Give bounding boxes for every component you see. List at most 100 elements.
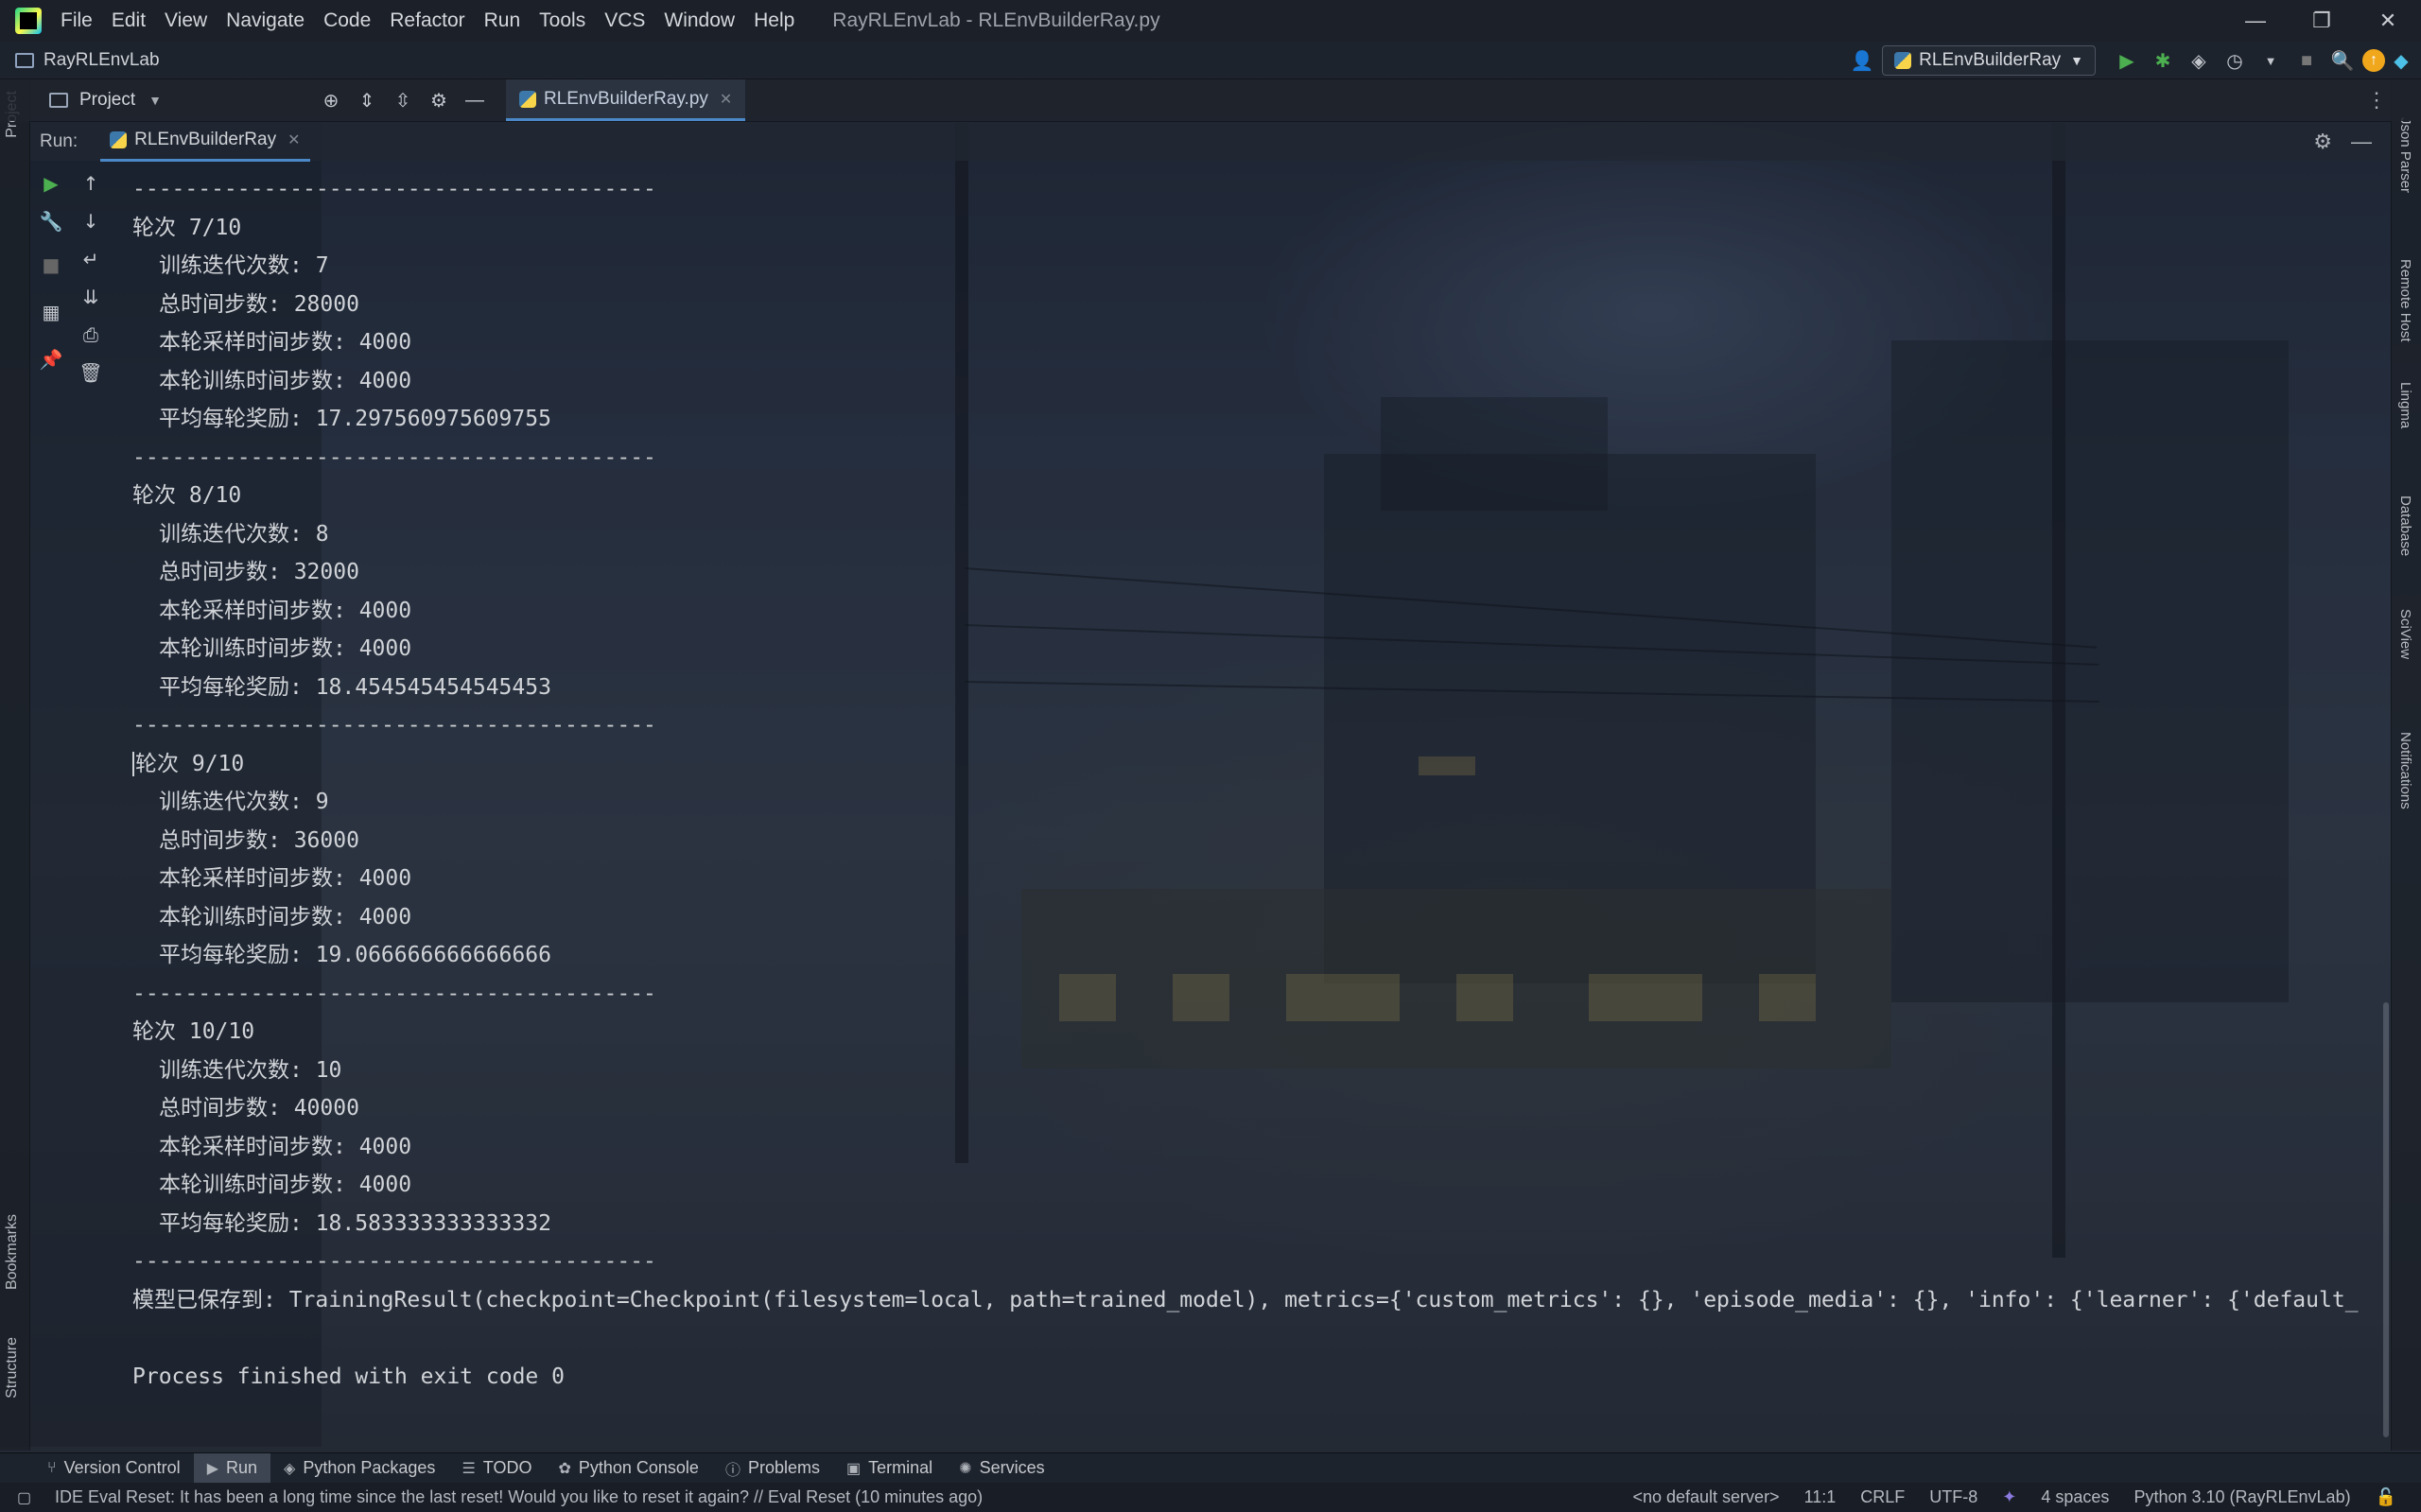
sample-steps-line: 本轮采样时间步数: 4000 [159,1134,412,1159]
status-message[interactable]: IDE Eval Reset: It has been a long time … [55,1487,983,1507]
tab-problems[interactable]: ⓘ Problems [712,1453,833,1484]
stop-icon[interactable]: ■ [2290,45,2323,76]
stop-icon[interactable]: ■ [36,250,66,280]
layout-icon[interactable]: ▦ [36,297,66,327]
remote-host-stripe-button[interactable]: Remote Host [2397,259,2413,342]
console-output[interactable]: ----------------------------------------… [115,161,2372,1447]
plugin-icon[interactable]: ◆ [2385,45,2417,76]
json-parser-stripe-button[interactable]: Json Parser [2397,117,2413,193]
gear-icon[interactable]: ⚙ [421,82,457,118]
status-widgets: <no default server> 11:1 CRLF UTF-8 ✦ 4 … [1632,1483,2421,1512]
tab-python-packages[interactable]: ◈ Python Packages [270,1453,448,1484]
server-widget[interactable]: <no default server> [1632,1487,1779,1507]
tab-services[interactable]: ✺ Services [946,1453,1057,1484]
menu-run[interactable]: Run [484,9,521,32]
caret-position[interactable]: 11:1 [1804,1487,1837,1507]
train-steps-line: 本轮训练时间步数: 4000 [159,904,412,930]
breadcrumb[interactable]: RayRLEnvLab [44,50,160,71]
down-arrow-icon[interactable]: ↓ [76,206,106,236]
menu-tools[interactable]: Tools [539,9,585,32]
menu-window[interactable]: Window [664,9,735,32]
up-arrow-icon[interactable]: ↑ [76,168,106,199]
menu-refactor[interactable]: Refactor [390,9,464,32]
interpreter-widget[interactable]: Python 3.10 (RayRLEnvLab) [2134,1487,2350,1507]
lock-icon[interactable]: 🔓 [2376,1487,2396,1507]
print-icon[interactable]: ⎙ [76,320,106,350]
tab-todo[interactable]: ☰ TODO [448,1453,545,1484]
separator-line: ---------------------------------------- [132,177,656,201]
restore-button[interactable]: ❐ [2289,0,2355,42]
separator-line: ---------------------------------------- [132,981,656,1006]
editor-tab-rlenvbuilderray[interactable]: RLEnvBuilderRay.py ✕ [506,79,746,121]
menu-navigate[interactable]: Navigate [226,9,305,32]
hide-icon[interactable]: — [2351,130,2372,154]
tab-label: Python Console [578,1458,699,1477]
menu-file[interactable]: File [61,9,93,32]
file-encoding[interactable]: UTF-8 [1929,1487,1977,1507]
profile-icon[interactable]: ◷ [2219,45,2251,76]
train-steps-line: 本轮训练时间步数: 4000 [159,636,412,661]
close-button[interactable]: ✕ [2355,0,2421,42]
run-icon[interactable]: ▶ [2111,45,2143,76]
close-tab-icon[interactable]: ✕ [720,90,732,109]
menu-view[interactable]: View [165,9,207,32]
locate-icon[interactable]: ⊕ [313,82,349,118]
layers-icon: ◈ [284,1460,296,1477]
avg-reward-line: 平均每轮奖励: 18.454545454545453 [159,674,551,700]
avg-reward-line: 平均每轮奖励: 19.066666666666666 [159,943,551,967]
sciview-stripe-button[interactable]: SciView [2397,609,2413,659]
scroll-to-end-icon[interactable]: ⇊ [76,282,106,312]
minimize-button[interactable]: — [2222,0,2289,42]
hide-icon[interactable]: — [457,82,493,118]
line-separator[interactable]: CRLF [1860,1487,1905,1507]
user-icon[interactable]: 👤 [1846,45,1878,76]
epoch-header: 轮次 9/10 [135,751,245,776]
menu-help[interactable]: Help [754,9,794,32]
tab-run[interactable]: ▶ Run [193,1452,271,1484]
lingma-stripe-button[interactable]: Lingma [2397,382,2413,428]
epoch-header: 轮次 10/10 [132,1019,255,1044]
structure-stripe-button[interactable]: Structure [4,1337,21,1399]
update-icon[interactable]: ↑ [2362,49,2385,72]
gear-icon[interactable]: ⚙ [2313,130,2332,154]
tab-version-control[interactable]: ⑂ Version Control [34,1453,194,1484]
soft-wrap-icon[interactable]: ↵ [76,244,106,274]
expand-all-icon[interactable]: ⇕ [349,82,385,118]
tab-terminal[interactable]: ▣ Terminal [833,1453,946,1484]
database-stripe-button[interactable]: Database [2397,495,2413,556]
sample-steps-line: 本轮采样时间步数: 4000 [159,330,412,355]
tab-python-console[interactable]: ✿ Python Console [545,1453,712,1484]
separator-line: ---------------------------------------- [132,444,656,470]
pin-icon[interactable]: 📌 [36,344,66,374]
more-run-icon[interactable]: ▼ [2255,45,2287,76]
run-config-select[interactable]: RLEnvBuilderRay ▼ [1882,45,2096,76]
trash-icon[interactable]: 🗑 [76,357,106,388]
search-icon[interactable]: 🔍 [2326,45,2359,76]
close-tab-icon[interactable]: ✕ [287,130,300,149]
indent-setting[interactable]: 4 spaces [2041,1487,2109,1507]
iterations-line: 训练迭代次数: 7 [159,253,329,278]
coverage-icon[interactable]: ◈ [2183,45,2215,76]
project-icon [49,93,68,108]
bookmarks-stripe-button[interactable]: Bookmarks [4,1214,21,1290]
iterations-line: 训练迭代次数: 10 [159,1057,342,1083]
menu-vcs[interactable]: VCS [604,9,645,32]
more-icon[interactable]: ⋮ [2366,88,2387,113]
window-icon[interactable]: ▢ [17,1488,31,1507]
console-scrollbar[interactable] [2383,1002,2389,1437]
menu-edit[interactable]: Edit [112,9,146,32]
project-dropdown[interactable]: Project ▼ [49,90,162,111]
menu-code[interactable]: Code [323,9,371,32]
ai-assistant-icon[interactable]: ✦ [2002,1487,2016,1507]
play-icon: ▶ [206,1460,218,1477]
notifications-stripe-button[interactable]: Notifications [2397,732,2413,809]
tab-label: Version Control [63,1458,181,1477]
tool-window-header: Project ▼ ⊕ ⇕ ⇳ ⚙ — RLEnvBuilderRay.py ✕… [0,79,2421,121]
run-tab[interactable]: RLEnvBuilderRay ✕ [100,122,310,162]
rerun-icon[interactable]: ▶ [36,168,66,199]
terminal-icon: ▣ [846,1460,862,1477]
collapse-all-icon[interactable]: ⇳ [385,82,421,118]
wrench-icon[interactable]: 🔧 [36,206,66,236]
tab-label: Services [979,1458,1045,1477]
debug-icon[interactable]: ✱ [2147,45,2179,76]
